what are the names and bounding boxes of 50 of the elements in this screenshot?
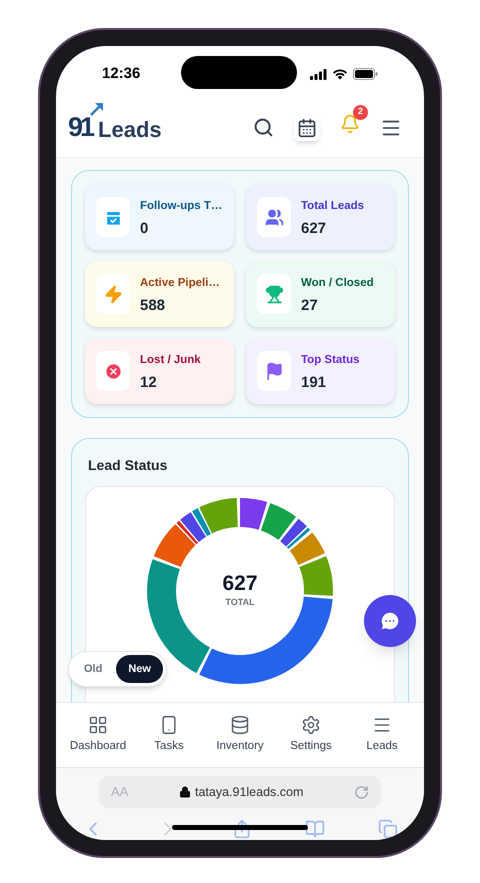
notification-badge: 2 — [353, 104, 368, 120]
battery-icon — [353, 68, 378, 80]
stat-label: Won / Closed — [301, 276, 374, 291]
stat-label: Active Pipeli… — [140, 276, 220, 291]
signal-icon — [310, 68, 327, 80]
status-time: 12:36 — [102, 64, 140, 84]
stat-card[interactable]: Active Pipeli… 588 — [85, 261, 234, 327]
calendar-button[interactable] — [294, 114, 320, 140]
stat-value: 191 — [301, 375, 328, 390]
share-icon[interactable] — [232, 819, 252, 839]
arrow-icon — [90, 102, 104, 116]
stat-value: 12 — [140, 375, 158, 390]
total-label: TOTAL — [225, 596, 255, 609]
stat-card[interactable]: Follow-ups T… 0 — [85, 184, 234, 250]
stat-value: 588 — [140, 298, 166, 314]
total-value: 627 — [222, 572, 258, 594]
logo-mark: 91 — [68, 114, 92, 141]
notifications-button[interactable] — [340, 114, 360, 134]
stat-label: Top Status — [301, 352, 360, 368]
settings-icon — [301, 714, 321, 735]
search-button[interactable] — [253, 117, 274, 138]
nav-item[interactable]: Tasks — [135, 714, 203, 756]
stat-card[interactable]: Lost / Junk 12 — [85, 338, 234, 404]
stat-card[interactable]: Top Status 191 — [246, 338, 395, 404]
stat-label: Follow-ups T… — [140, 198, 222, 214]
nav-item[interactable]: Settings — [277, 714, 345, 756]
nav-item[interactable]: Inventory — [206, 714, 274, 756]
stat-value: 27 — [301, 298, 319, 314]
wifi-icon — [332, 68, 348, 80]
toggle-option[interactable]: Old — [72, 654, 114, 683]
stat-value: 627 — [301, 221, 328, 236]
logo-text: Leads — [98, 119, 162, 141]
stat-label: Total Leads — [301, 198, 364, 214]
donut-slice — [240, 498, 268, 530]
grid-icon — [88, 714, 108, 735]
database-icon — [230, 714, 250, 735]
lock-icon — [178, 786, 191, 798]
nav-item[interactable]: Dashboard — [64, 714, 132, 756]
stat-card[interactable]: Total Leads 627 — [246, 184, 395, 250]
donut-slice — [280, 518, 307, 547]
url-text: tataya.91leads.com — [194, 784, 304, 801]
chat-bubble-icon — [379, 610, 401, 632]
nav-item[interactable]: Leads — [348, 714, 416, 756]
toggle-option[interactable]: New — [116, 654, 163, 683]
stat-card[interactable]: Won / Closed 27 — [246, 261, 395, 327]
stat-value: 0 — [140, 221, 150, 236]
bookmarks-icon[interactable] — [305, 819, 325, 839]
stat-label: Lost / Junk — [140, 352, 201, 368]
panel-title: Lead Status — [87, 456, 168, 475]
tabs-icon[interactable] — [378, 819, 398, 839]
